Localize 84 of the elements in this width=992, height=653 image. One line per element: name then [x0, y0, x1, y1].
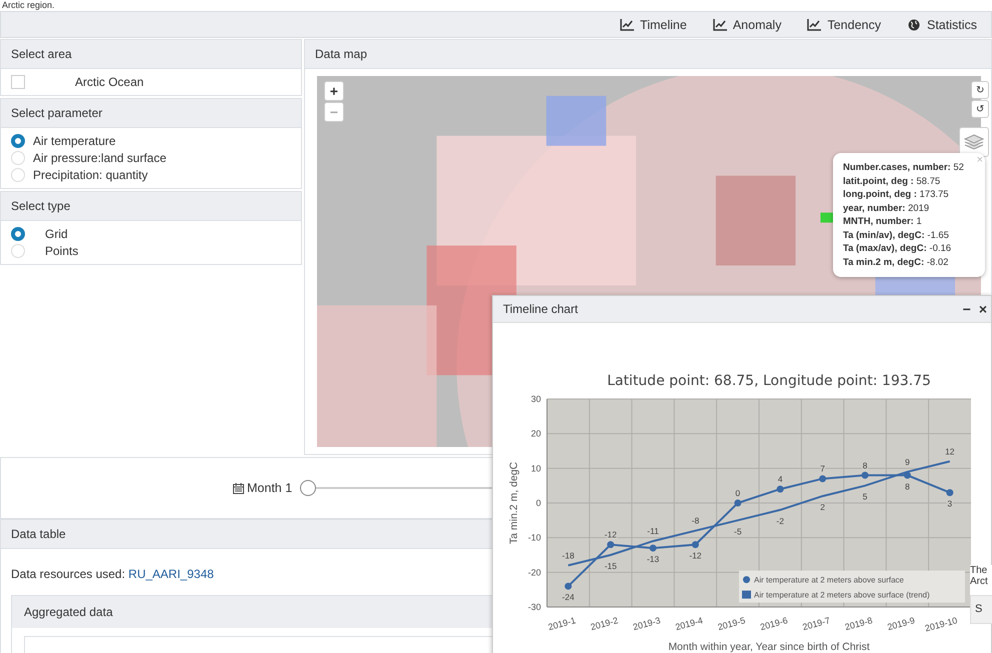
x-axis-label: Month within year, Year since birth of Christ — [668, 641, 870, 653]
data-label: 0 — [735, 488, 740, 498]
toolbar-button[interactable]: Statistics — [906, 16, 977, 34]
data-point — [862, 472, 868, 479]
line-chart-icon — [712, 18, 727, 30]
checkbox-label: Arctic Ocean — [75, 75, 144, 89]
y-tick-label: -10 — [528, 532, 541, 543]
popup-line: Ta (min/av), degC: -1.65 — [843, 228, 950, 242]
data-label: 8 — [905, 481, 910, 492]
data-label: -18 — [562, 550, 574, 560]
popup-line: Ta min.2 m, degC: -8.02 — [843, 256, 950, 269]
panel-text: Arct — [970, 576, 989, 587]
resource-link[interactable]: RU_AARI_9348 — [128, 567, 214, 581]
radio-label: Points — [45, 244, 78, 258]
popup-line: MNTH, number: 1 — [843, 215, 923, 228]
data-label: 3 — [947, 498, 952, 509]
popup-line: latit.point, deg : 58.75 — [843, 174, 942, 188]
page-caption: Arctic region. — [1, 0, 56, 11]
radio-label: Precipitation: quantity — [33, 168, 148, 182]
panel-text: The — [970, 565, 988, 576]
data-point — [650, 544, 656, 552]
data-point — [904, 472, 911, 479]
panel-header: Data map — [305, 40, 991, 69]
data-label: 5 — [862, 492, 868, 502]
data-point — [776, 486, 784, 493]
layers-icon[interactable] — [959, 127, 989, 157]
line-chart-icon — [620, 18, 634, 30]
y-tick-label: -20 — [528, 567, 541, 578]
minimize-button[interactable]: − — [958, 301, 975, 317]
popup-line: Ta (max/av), degC: -0.16 — [843, 242, 952, 256]
data-label: -11 — [647, 526, 659, 536]
y-tick-label: 20 — [530, 428, 541, 439]
y-tick-label: 0 — [536, 498, 541, 508]
rotate-button[interactable]: ↻ — [971, 81, 989, 99]
data-label: -5 — [734, 526, 742, 536]
data-label: 8 — [862, 460, 868, 470]
month-label: Month 1 — [233, 481, 292, 495]
data-point — [564, 582, 572, 590]
legend-label: Air temperature at 2 meters above surface — [754, 576, 904, 585]
radio-label: Grid — [45, 227, 68, 241]
y-tick-label: 10 — [530, 463, 541, 474]
popup-line: year, number: 2019 — [843, 202, 930, 215]
data-label: 7 — [820, 464, 825, 474]
globe-icon — [906, 18, 921, 30]
y-tick-label: 30 — [530, 394, 541, 404]
data-point — [734, 500, 742, 506]
radio-button[interactable] — [11, 134, 25, 148]
data-label: 12 — [945, 446, 955, 456]
toolbar-button[interactable]: Tendency — [807, 16, 881, 34]
slider-thumb[interactable] — [300, 480, 316, 496]
table-row: S — [970, 595, 992, 624]
zoom-in-button[interactable]: + — [324, 81, 344, 101]
close-button[interactable]: × — [974, 301, 991, 317]
data-label: -12 — [604, 530, 617, 540]
resources-label: Data resources used: — [11, 567, 126, 581]
legend-swatch — [742, 590, 751, 599]
chart-title: Latitude point: 68.75, Longitude point: 193.75 — [607, 373, 931, 389]
data-label: -15 — [604, 561, 617, 571]
data-point — [692, 541, 699, 548]
toolbar-button[interactable]: Anomaly — [712, 16, 782, 34]
line-chart-icon — [807, 18, 822, 30]
data-point — [819, 475, 826, 482]
data-point — [607, 541, 614, 548]
panel-header: Select area — [1, 40, 301, 69]
data-label: -12 — [689, 550, 702, 561]
radio-label: Air pressure:land surface — [33, 151, 166, 165]
radio-label: Air temperature — [33, 134, 116, 148]
data-label: 9 — [905, 456, 910, 467]
rotate-button[interactable]: ↺ — [971, 100, 989, 118]
calendar-icon — [233, 482, 244, 494]
popup-line: long.point, deg : 173.75 — [843, 188, 950, 202]
data-label: 2 — [820, 502, 825, 512]
y-tick-label: -30 — [528, 602, 541, 612]
toolbar-button[interactable]: Timeline — [620, 16, 687, 34]
window-title: Timeline chart — [503, 302, 579, 316]
data-point — [946, 489, 954, 496]
data-label: -13 — [646, 554, 660, 564]
popup-line: Number.cases, number: 52 — [843, 161, 965, 174]
panel-header: Select type — [1, 192, 301, 221]
panel-header: Select parameter — [1, 99, 301, 128]
checkbox[interactable] — [11, 75, 25, 89]
legend-marker — [743, 576, 750, 584]
data-label: 4 — [778, 474, 783, 484]
radio-button[interactable] — [11, 227, 25, 241]
